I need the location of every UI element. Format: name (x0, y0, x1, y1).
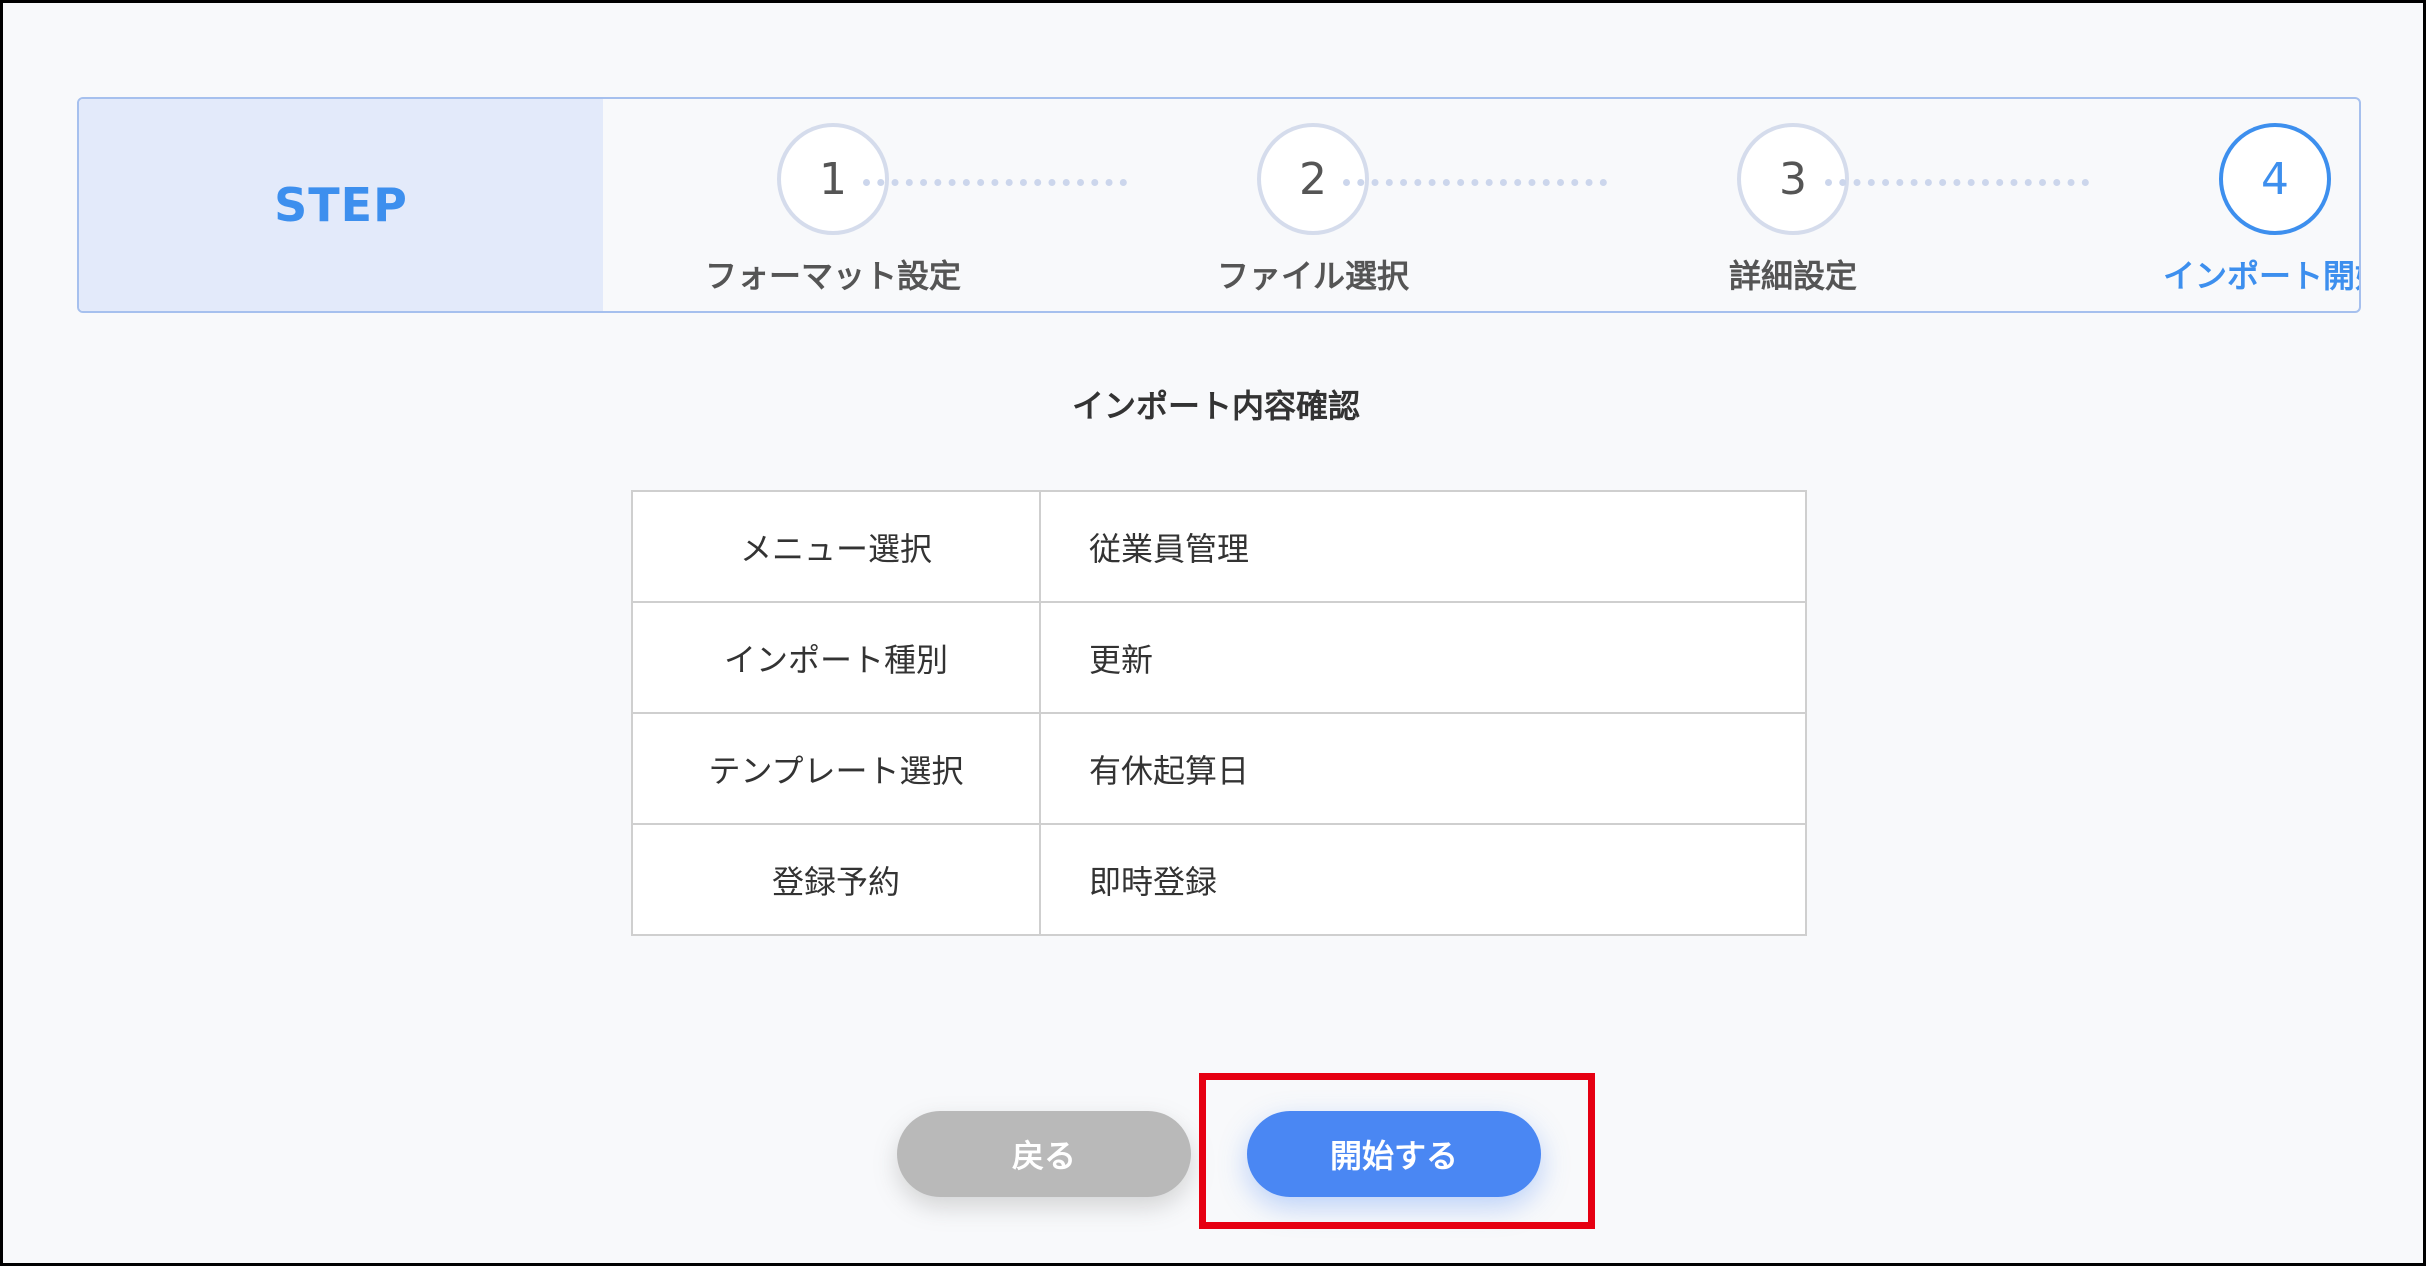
row-value: 更新 (1039, 601, 1807, 714)
row-value: 有休起算日 (1039, 712, 1807, 825)
step-4-name: インポート開始 (2162, 257, 2359, 295)
table-row: テンプレート選択 有休起算日 (631, 712, 1807, 825)
table-row: インポート種別 更新 (631, 601, 1807, 714)
section-title: インポート内容確認 (1071, 387, 1360, 425)
back-button[interactable]: 戻る (897, 1111, 1191, 1197)
step-label: STEP (274, 178, 408, 232)
step-1-name: フォーマット設定 (704, 257, 961, 295)
step-3: 3 詳細設定 (1643, 99, 1943, 311)
table-row: 登録予約 即時登録 (631, 823, 1807, 936)
row-value: 即時登録 (1039, 823, 1807, 936)
step-2: 2 ファイル選択 (1163, 99, 1463, 311)
step-label-cell: STEP (79, 99, 603, 311)
row-label: テンプレート選択 (631, 712, 1041, 825)
row-label: インポート種別 (631, 601, 1041, 714)
page-frame: STEP 1 フォーマット設定 2 ファイル選択 3 詳細設定 4 インポート開… (0, 0, 2426, 1266)
step-connector-1 (863, 179, 1127, 186)
row-label: 登録予約 (631, 823, 1041, 936)
step-connector-2 (1343, 179, 1607, 186)
step-3-name: 詳細設定 (1728, 257, 1857, 295)
step-2-name: ファイル選択 (1216, 257, 1409, 295)
import-summary-table: メニュー選択 従業員管理 インポート種別 更新 テンプレート選択 有休起算日 登… (631, 490, 1807, 936)
start-button[interactable]: 開始する (1247, 1111, 1541, 1197)
row-label: メニュー選択 (631, 490, 1041, 603)
row-value: 従業員管理 (1039, 490, 1807, 603)
step-1: 1 フォーマット設定 (683, 99, 983, 311)
step-4: 4 インポート開始 (2125, 99, 2359, 311)
table-row: メニュー選択 従業員管理 (631, 490, 1807, 603)
step-connector-3 (1825, 179, 2089, 186)
step-progress-bar: STEP 1 フォーマット設定 2 ファイル選択 3 詳細設定 4 インポート開… (77, 97, 2361, 313)
step-4-circle: 4 (2219, 123, 2331, 235)
